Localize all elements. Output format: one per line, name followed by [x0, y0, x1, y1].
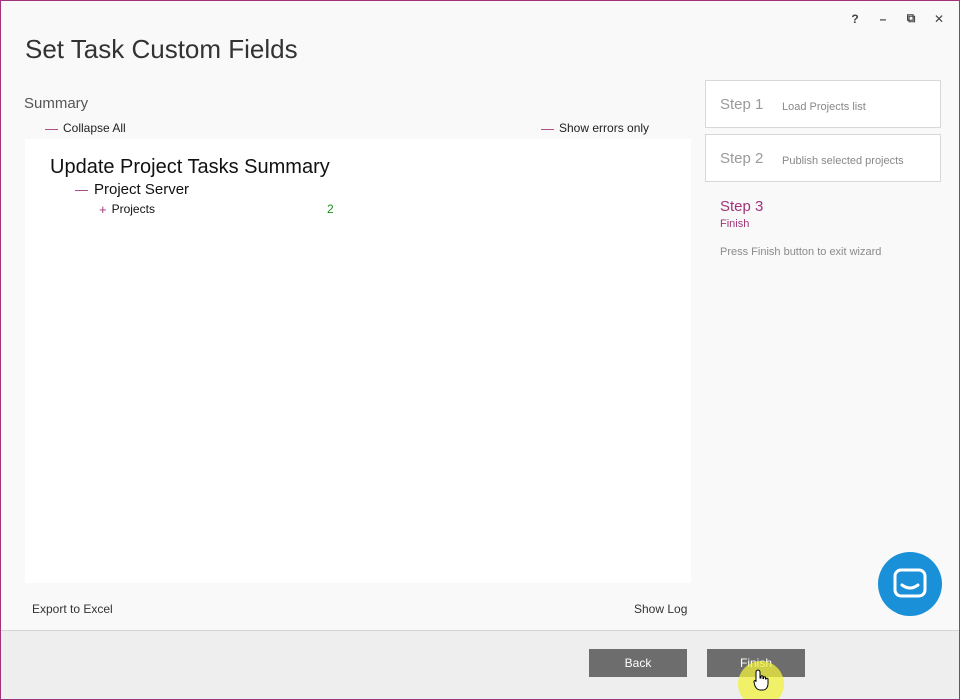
step-name: Load Projects list: [782, 101, 866, 113]
minus-icon: —: [45, 120, 58, 136]
summary-heading: Summary: [24, 95, 89, 112]
chat-bubble-icon: [893, 568, 927, 598]
collapse-all-toggle[interactable]: — Collapse All: [45, 121, 126, 135]
export-to-excel-link[interactable]: Export to Excel: [32, 602, 113, 616]
help-button[interactable]: ?: [849, 12, 861, 26]
step-name: Finish: [720, 218, 750, 230]
tree-node-projects[interactable]: + Projects: [99, 202, 155, 216]
finish-button[interactable]: Finish: [707, 649, 805, 677]
footer-bar: Back Finish: [1, 630, 959, 699]
tree-node-label: Project Server: [94, 181, 190, 198]
show-log-link[interactable]: Show Log: [634, 602, 687, 616]
step-1-card: Step 1 Load Projects list: [705, 80, 941, 128]
step-number: Step 2: [720, 150, 764, 167]
close-button[interactable]: ✕: [933, 12, 945, 26]
page-title: Set Task Custom Fields: [25, 34, 298, 64]
chat-widget-button[interactable]: [878, 552, 942, 616]
tree-node-project-server[interactable]: — Project Server: [75, 181, 189, 198]
step-number: Step 1: [720, 96, 764, 113]
window-controls: ? – ⧉ ✕: [849, 11, 945, 26]
back-button[interactable]: Back: [589, 649, 687, 677]
step-description: Press Finish button to exit wizard: [720, 246, 882, 258]
summary-tree-panel: Update Project Tasks Summary — Project S…: [25, 139, 691, 583]
wizard-window: ? – ⧉ ✕ Set Task Custom Fields Summary —…: [0, 0, 960, 700]
tree-root-title: Update Project Tasks Summary: [50, 156, 330, 178]
projects-count: 2: [327, 202, 334, 216]
step-name: Publish selected projects: [782, 155, 904, 167]
collapse-all-label: Collapse All: [63, 121, 126, 135]
step-2-card: Step 2 Publish selected projects: [705, 134, 941, 182]
show-errors-label: Show errors only: [559, 121, 650, 135]
step-3-active: Step 3 Finish Press Finish button to exi…: [720, 198, 940, 258]
tree-node-label: Projects: [111, 202, 155, 216]
expand-icon[interactable]: +: [99, 203, 107, 216]
minus-icon: —: [541, 120, 554, 136]
minimize-button[interactable]: –: [877, 12, 889, 26]
step-number: Step 3: [720, 198, 764, 215]
show-errors-toggle[interactable]: — Show errors only: [541, 121, 649, 135]
restore-button[interactable]: ⧉: [905, 11, 917, 26]
collapse-icon[interactable]: —: [75, 183, 88, 196]
